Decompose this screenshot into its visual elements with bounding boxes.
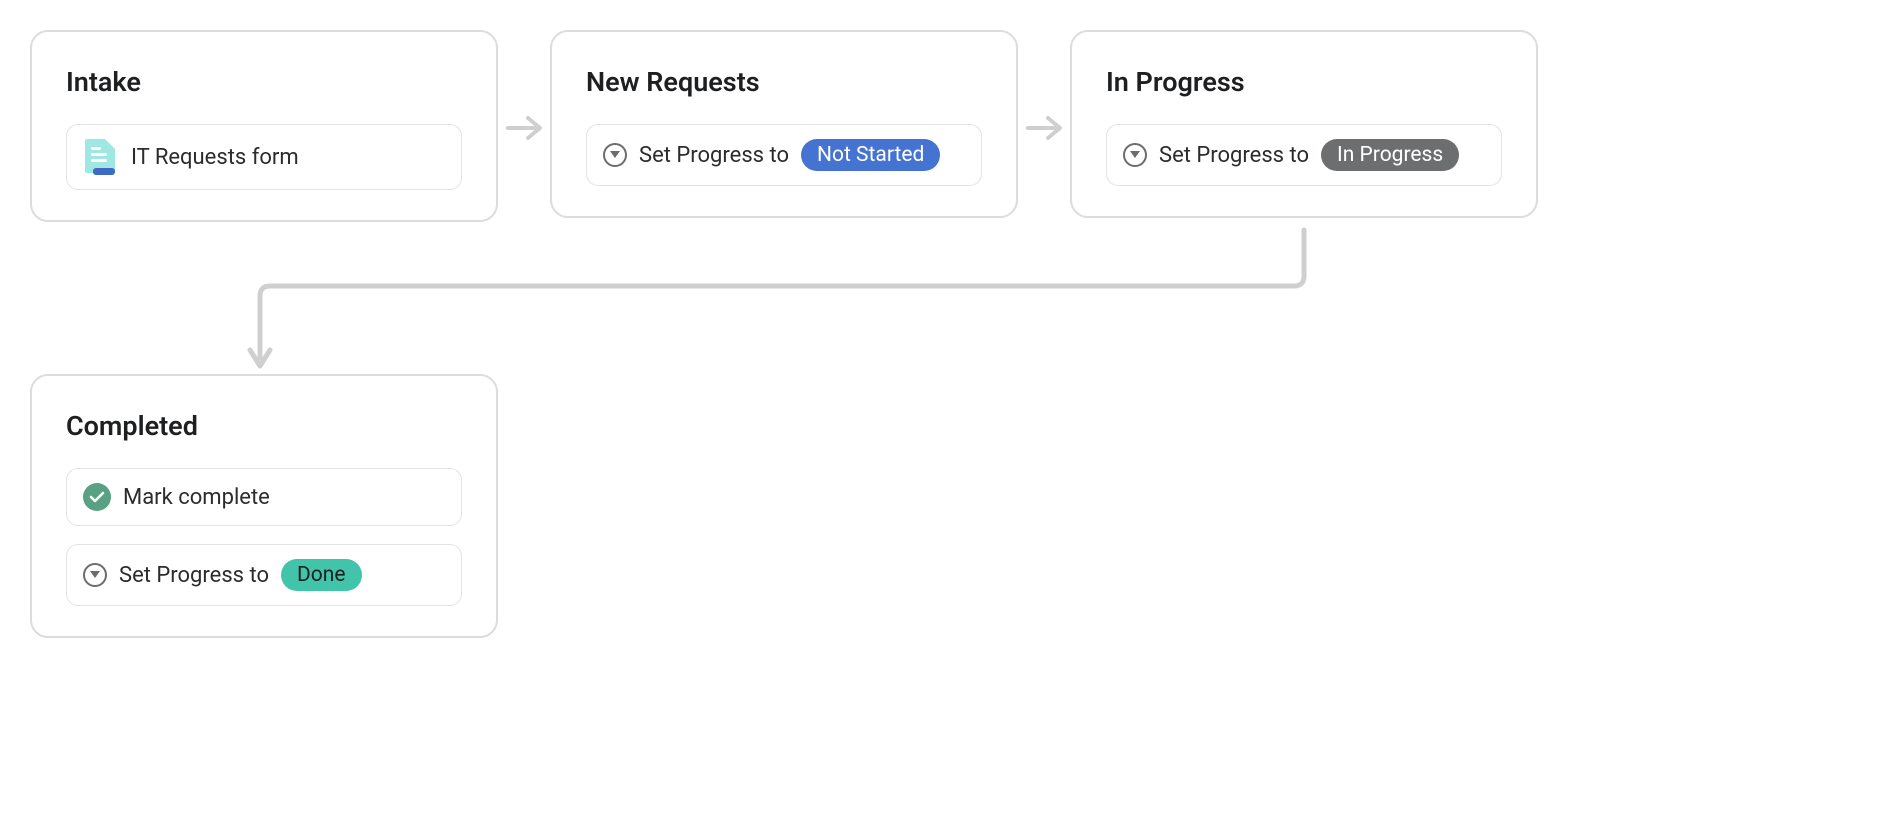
status-pill: Not Started: [801, 139, 940, 171]
arrow-icon: [1026, 114, 1066, 142]
set-progress-action-card[interactable]: Set Progress to Done: [66, 544, 462, 606]
action-label: Mark complete: [123, 485, 270, 510]
stage-title: New Requests: [586, 66, 982, 98]
action-label: Set Progress to: [1159, 143, 1309, 168]
set-progress-action-card[interactable]: Set Progress to In Progress: [1106, 124, 1502, 186]
stage-completed[interactable]: Completed Mark complete Set Progress to …: [30, 374, 498, 638]
arrow-icon: [506, 114, 546, 142]
stage-new-requests[interactable]: New Requests Set Progress to Not Started: [550, 30, 1018, 218]
stage-title: In Progress: [1106, 66, 1502, 98]
action-label: Set Progress to: [639, 143, 789, 168]
chevron-down-icon: [83, 563, 107, 587]
stage-intake[interactable]: Intake IT Requests form: [30, 30, 498, 222]
set-progress-action-card[interactable]: Set Progress to Not Started: [586, 124, 982, 186]
status-pill: In Progress: [1321, 139, 1459, 171]
action-label: Set Progress to: [119, 563, 269, 588]
stage-in-progress[interactable]: In Progress Set Progress to In Progress: [1070, 30, 1538, 218]
status-pill: Done: [281, 559, 362, 591]
form-icon: [83, 139, 119, 175]
form-action-card[interactable]: IT Requests form: [66, 124, 462, 190]
arrow-icon: [250, 226, 1310, 376]
form-name: IT Requests form: [131, 145, 299, 170]
mark-complete-action-card[interactable]: Mark complete: [66, 468, 462, 526]
stage-title: Intake: [66, 66, 462, 98]
chevron-down-icon: [603, 143, 627, 167]
stage-title: Completed: [66, 410, 462, 442]
check-icon: [83, 483, 111, 511]
chevron-down-icon: [1123, 143, 1147, 167]
